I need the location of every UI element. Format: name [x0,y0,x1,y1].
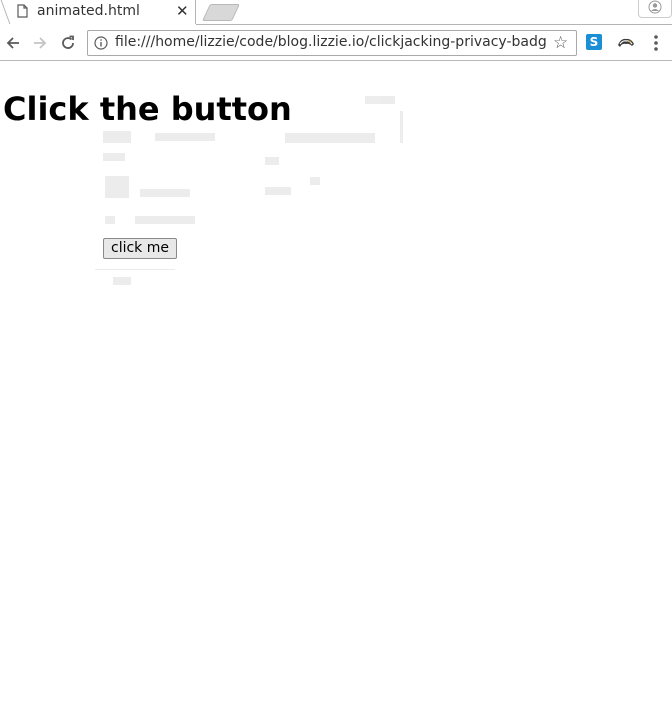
document-icon [17,4,28,18]
profile-button[interactable] [638,0,672,18]
info-icon[interactable] [94,36,108,50]
address-bar[interactable]: file:///home/lizzie/code/blog.lizzie.io/… [87,30,577,56]
page-heading: Click the button [3,90,292,128]
back-button[interactable] [1,31,25,55]
page-content: Click the button click me [0,61,672,720]
tab-edge [0,0,11,24]
reload-button[interactable] [56,31,80,55]
kebab-menu-icon[interactable] [648,33,664,53]
profile-icon [648,0,662,14]
tab-close-icon[interactable]: ✕ [176,2,189,20]
forward-button[interactable] [28,31,52,55]
tab-animated[interactable]: animated.html ✕ [0,0,196,24]
click-me-button[interactable]: click me [103,238,177,259]
new-tab-button[interactable] [202,4,240,21]
forward-arrow-icon [34,37,47,49]
tab-title: animated.html [37,3,140,19]
badger-icon[interactable] [617,34,635,50]
bookmark-star-icon[interactable]: ☆ [553,33,568,53]
tab-strip: animated.html ✕ [0,0,672,25]
reload-icon [62,35,74,49]
back-arrow-icon [6,37,19,49]
url-text[interactable]: file:///home/lizzie/code/blog.lizzie.io/… [115,34,547,50]
browser-toolbar: file:///home/lizzie/code/blog.lizzie.io/… [0,25,672,61]
extension-s-icon[interactable]: S [586,34,602,50]
